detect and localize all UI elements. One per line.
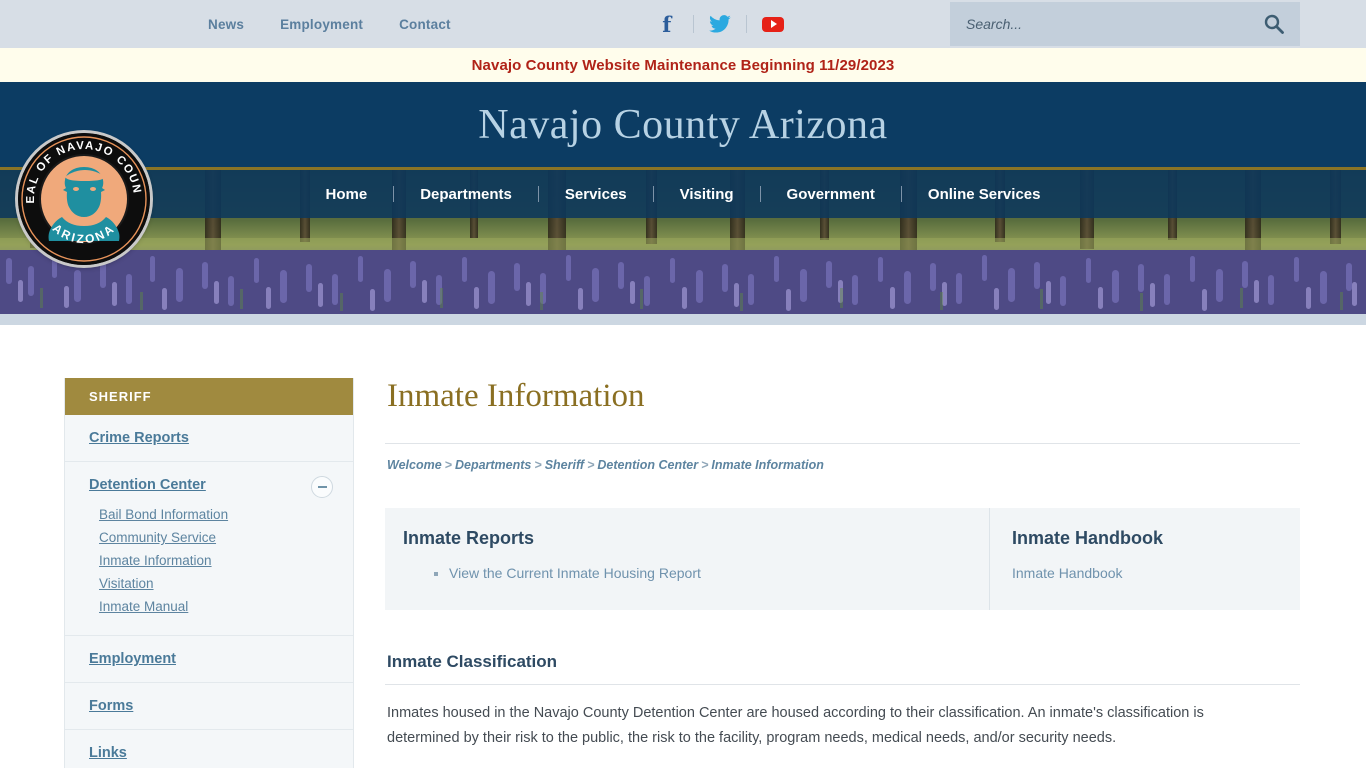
nav-item-government[interactable]: Government (761, 186, 901, 203)
list-item: Inmate Information (99, 552, 329, 570)
inmate-reports-title: Inmate Reports (403, 528, 535, 548)
sidebar-link-crime-reports[interactable]: Crime Reports (89, 430, 189, 446)
sidebar-sublink-visitation[interactable]: Visitation (99, 576, 154, 591)
inmate-reports-list: View the Current Inmate Housing Report (403, 565, 965, 583)
twitter-icon (708, 15, 731, 33)
facebook-link[interactable]: f (641, 12, 693, 36)
sidebar-item-detention-center[interactable]: Detention Center Bail Bond Information C… (65, 462, 353, 636)
breadcrumb-item-welcome[interactable]: Welcome (387, 458, 442, 472)
sidebar-item-employment[interactable]: Employment (65, 636, 353, 683)
inmate-handbook-panel: Inmate Handbook Inmate Handbook (990, 508, 1300, 610)
youtube-link[interactable] (747, 12, 799, 36)
nav-item-home[interactable]: Home (300, 186, 394, 203)
utility-bar: News Employment Contact f (0, 0, 1366, 48)
sidebar-sublink-community-service[interactable]: Community Service (99, 530, 216, 545)
list-item: Community Service (99, 529, 329, 547)
seal-graphic: SEAL OF NAVAJO COUNTY ARIZONA (18, 133, 150, 265)
section-divider-band (0, 314, 1366, 325)
inmate-reports-panel: Inmate Reports View the Current Inmate H… (385, 508, 989, 610)
search-box[interactable] (950, 2, 1300, 46)
county-seal-logo[interactable]: SEAL OF NAVAJO COUNTY ARIZONA (18, 133, 150, 265)
sidebar-sublink-inmate-information[interactable]: Inmate Information (99, 553, 212, 568)
main-navigation: Home Departments Services Visiting Gover… (0, 170, 1366, 218)
sidebar-link-employment[interactable]: Employment (89, 651, 176, 667)
utility-link-employment[interactable]: Employment (280, 17, 363, 32)
sidebar-item-links[interactable]: Links (65, 730, 353, 768)
site-header: Navajo County Arizona Home Departments S… (0, 82, 1366, 314)
sidebar-sublink-bail-bond-information[interactable]: Bail Bond Information (99, 507, 228, 522)
nav-item-departments[interactable]: Departments (394, 186, 538, 203)
youtube-icon (761, 16, 784, 32)
facebook-icon: f (662, 11, 672, 37)
sidebar-link-forms[interactable]: Forms (89, 698, 133, 714)
social-links: f (641, 12, 799, 36)
list-item: Inmate Manual (99, 598, 329, 616)
utility-link-contact[interactable]: Contact (399, 17, 451, 32)
list-item: Bail Bond Information (99, 506, 329, 524)
sidebar-header: SHERIFF (65, 378, 353, 415)
hero-image: Home Departments Services Visiting Gover… (0, 170, 1366, 314)
main-content: Inmate Information Welcome > Departments > S… (385, 378, 1300, 768)
sidebar: SHERIFF Crime Reports Detention Center B… (64, 378, 354, 768)
maintenance-notice-bar: Navajo County Website Maintenance Beginn… (0, 48, 1366, 82)
site-title-banner: Navajo County Arizona (0, 82, 1366, 170)
nav-item-visiting[interactable]: Visiting (654, 186, 760, 203)
inmate-housing-report-link[interactable]: View the Current Inmate Housing Report (449, 565, 701, 581)
breadcrumb-item-inmate-information[interactable]: Inmate Information (711, 458, 824, 472)
nav-item-online-services[interactable]: Online Services (902, 186, 1067, 203)
inmate-handbook-link[interactable]: Inmate Handbook (1012, 565, 1276, 581)
section-divider (385, 684, 1300, 685)
breadcrumb-separator: > (444, 458, 452, 472)
breadcrumb: Welcome > Departments > Sheriff > Detention Ce… (385, 444, 1300, 472)
inmate-classification-title: Inmate Classification (387, 652, 558, 671)
list-item: Visitation (99, 575, 329, 593)
inmate-handbook-title: Inmate Handbook (1012, 528, 1164, 548)
inmate-classification-paragraph: Inmates housed in the Navajo County Dete… (387, 705, 1204, 746)
sidebar-link-links[interactable]: Links (89, 745, 127, 761)
search-icon (1264, 14, 1284, 34)
nav-item-services[interactable]: Services (539, 186, 653, 203)
utility-links: News Employment Contact (208, 17, 451, 32)
search-input[interactable] (964, 15, 1262, 33)
breadcrumb-item-detention-center[interactable]: Detention Center (597, 458, 698, 472)
minus-circle-icon[interactable] (311, 476, 333, 498)
search-button[interactable] (1262, 14, 1286, 34)
site-title: Navajo County Arizona (478, 101, 888, 148)
breadcrumb-separator: > (587, 458, 595, 472)
page-body: SHERIFF Crime Reports Detention Center B… (0, 325, 1366, 768)
sidebar-item-forms[interactable]: Forms (65, 683, 353, 730)
page-title: Inmate Information (387, 378, 645, 414)
utility-link-news[interactable]: News (208, 17, 244, 32)
twitter-link[interactable] (694, 12, 746, 36)
list-item: View the Current Inmate Housing Report (449, 565, 965, 583)
info-panels: Inmate Reports View the Current Inmate H… (385, 508, 1300, 610)
breadcrumb-separator: > (534, 458, 542, 472)
maintenance-notice-text: Navajo County Website Maintenance Beginn… (471, 56, 895, 74)
sidebar-link-detention-center[interactable]: Detention Center (89, 477, 206, 493)
sidebar-item-crime-reports[interactable]: Crime Reports (65, 415, 353, 462)
breadcrumb-separator: > (701, 458, 709, 472)
breadcrumb-item-sheriff[interactable]: Sheriff (545, 458, 584, 472)
breadcrumb-item-departments[interactable]: Departments (455, 458, 531, 472)
sidebar-sublink-inmate-manual[interactable]: Inmate Manual (99, 599, 188, 614)
sidebar-sublist-detention-center: Bail Bond Information Community Service … (89, 506, 329, 616)
